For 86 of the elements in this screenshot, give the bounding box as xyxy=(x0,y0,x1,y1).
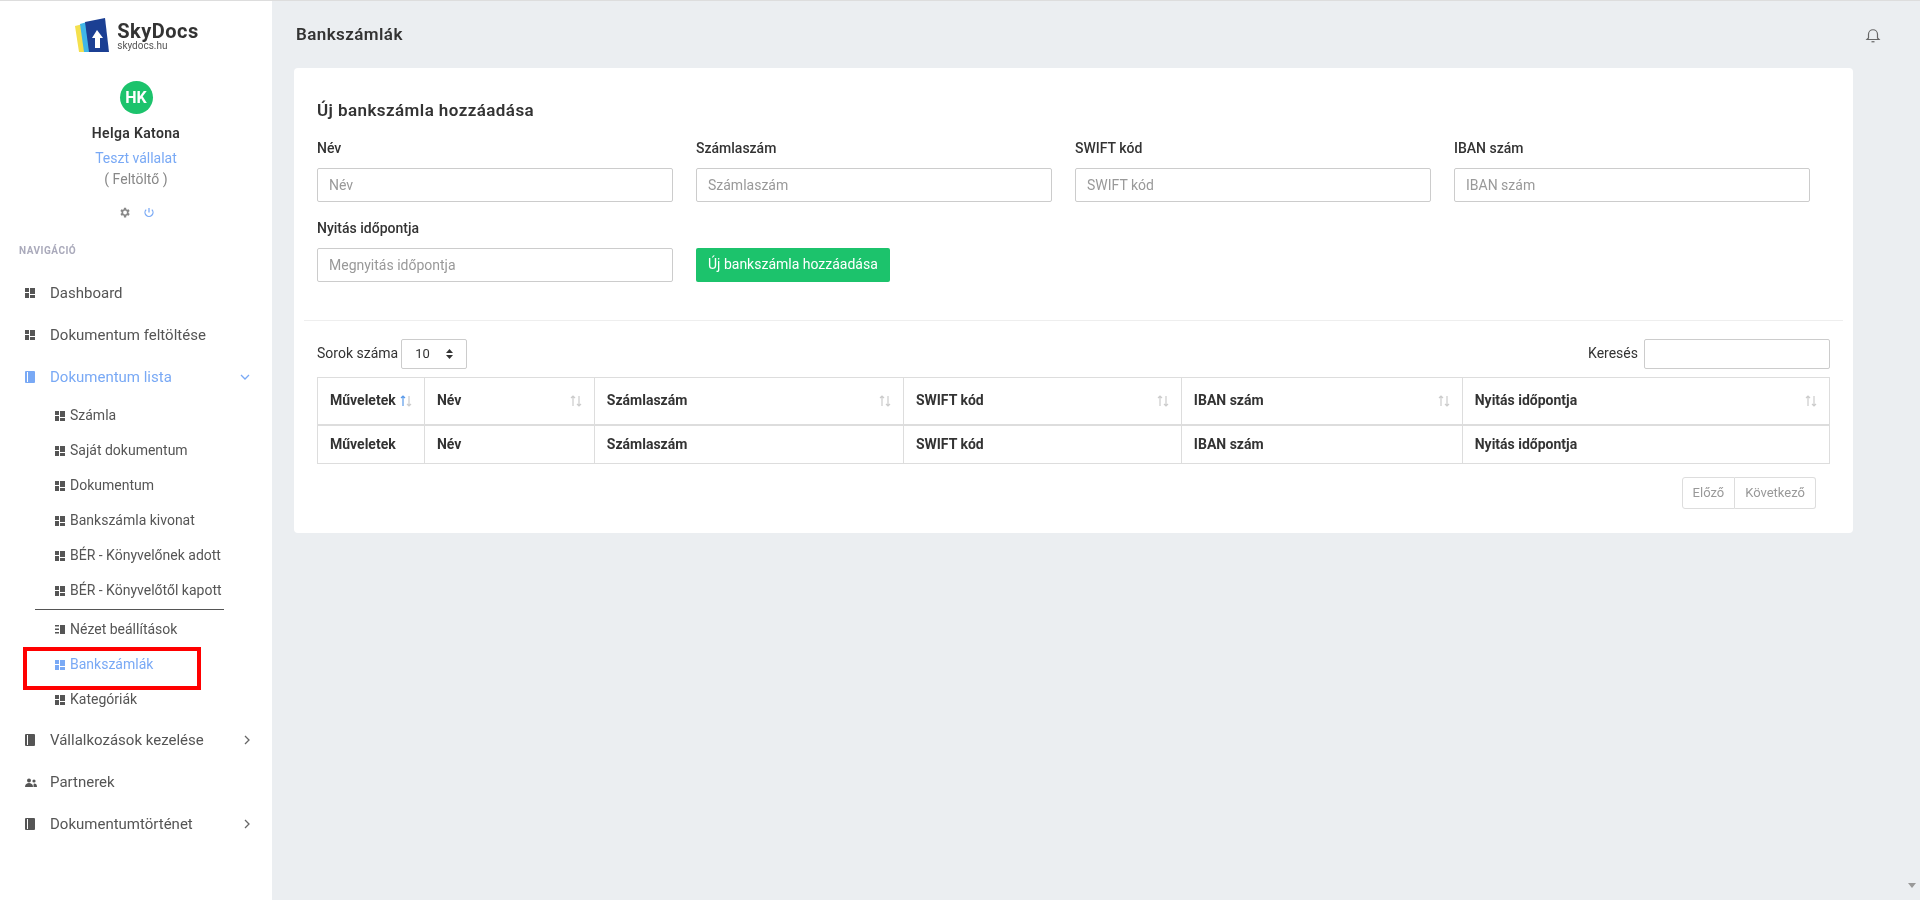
scroll-arrow-icon[interactable] xyxy=(1907,883,1916,888)
subnav-item[interactable]: BÉR - Könyvelőtől kapott xyxy=(35,573,272,608)
sort-icon xyxy=(399,394,412,407)
grid-icon xyxy=(55,659,65,670)
column-header[interactable]: SWIFT kód xyxy=(903,377,1182,425)
column-header[interactable]: IBAN szám xyxy=(1181,377,1463,425)
field-label: Nyitás időpontja xyxy=(317,218,420,238)
search-label: Keresés xyxy=(1588,344,1638,363)
field-label: Név xyxy=(317,138,343,158)
table-footer-cell: Nyitás időpontja xyxy=(1462,425,1830,463)
grid-icon xyxy=(25,288,35,298)
user-name: Helga Katona xyxy=(91,124,181,143)
sort-icon xyxy=(1805,394,1817,407)
nav-item[interactable]: Dokumentum feltöltése xyxy=(0,314,272,356)
brand-domain: skydocs.hu xyxy=(117,41,168,51)
grid-icon xyxy=(55,515,65,526)
sort-caret-icon xyxy=(446,348,454,359)
grid-icon xyxy=(55,410,65,421)
grid-icon xyxy=(25,330,35,340)
grid-icon xyxy=(55,480,65,491)
nav-label: Dokumentum lista xyxy=(50,366,173,388)
subnav-label: Saját dokumentum xyxy=(70,441,188,460)
table-footer-cell: SWIFT kód xyxy=(903,425,1182,463)
nav-item[interactable]: Vállalkozások kezelése xyxy=(0,719,272,761)
subnav-item[interactable]: Nézet beállítások xyxy=(35,612,272,647)
table-footer-cell: Név xyxy=(424,425,595,463)
nav-item[interactable]: Partnerek xyxy=(0,761,272,803)
brand-name: SkyDocs xyxy=(117,21,199,41)
subnav-label: Kategóriák xyxy=(70,690,138,709)
sort-icon xyxy=(878,394,891,407)
table-footer-cell: Műveletek xyxy=(317,425,425,463)
input-field[interactable]: IBAN szám xyxy=(1454,167,1810,202)
sort-icon xyxy=(1437,394,1450,407)
subnav-label: Nézet beállítások xyxy=(70,620,178,639)
card-title: Új bankszámla hozzáadása xyxy=(317,99,536,122)
user-role: ( Feltöltő ) xyxy=(104,170,168,190)
nav-label: Dokumentum feltöltése xyxy=(50,324,207,346)
subnav-label: Bankszámla kivonat xyxy=(70,511,195,530)
subnav-label: BÉR - Könyvelőtől kapott xyxy=(70,580,222,600)
people-icon xyxy=(25,777,37,787)
grid-icon xyxy=(55,585,65,596)
subnav-item[interactable]: Dokumentum xyxy=(35,468,272,503)
nav-label: Dokumentumtörténet xyxy=(50,813,194,835)
grid-icon xyxy=(55,445,65,456)
subnav-item[interactable]: Saját dokumentum xyxy=(35,433,272,468)
column-header[interactable]: Nyitás időpontja xyxy=(1462,377,1830,425)
subnav-item[interactable]: Számla xyxy=(35,398,272,433)
book-icon xyxy=(25,371,35,383)
subnav-item[interactable]: Kategóriák xyxy=(35,682,272,717)
page-title: Bankszámlák xyxy=(296,22,403,46)
rows-label: Sorok száma xyxy=(317,344,399,363)
rows-select[interactable]: 10 xyxy=(401,338,468,369)
column-header[interactable]: Műveletek xyxy=(317,377,425,425)
nav-item[interactable]: Dashboard xyxy=(0,272,272,314)
input-field[interactable]: SWIFT kód xyxy=(1075,167,1431,202)
subnav-label: Dokumentum xyxy=(70,476,154,495)
avatar: HK xyxy=(119,81,153,114)
subnav-item[interactable]: BÉR - Könyvelőnek adott xyxy=(35,538,272,573)
input-field[interactable]: Számlaszám xyxy=(696,167,1052,202)
sort-icon xyxy=(1156,394,1169,407)
subnav-item[interactable]: Bankszámla kivonat xyxy=(35,503,272,538)
column-header[interactable]: Név xyxy=(424,377,595,425)
table-footer-cell: Számlaszám xyxy=(594,425,904,463)
nav-label: Partnerek xyxy=(50,771,116,793)
subnav-label: BÉR - Könyvelőnek adott xyxy=(70,545,221,565)
grid-icon xyxy=(55,550,65,561)
search-field[interactable] xyxy=(1644,338,1830,369)
subnav-label: Számla xyxy=(70,406,117,425)
field-label: Számlaszám xyxy=(696,138,778,158)
field-label: SWIFT kód xyxy=(1075,138,1144,158)
table-footer-cell: IBAN szám xyxy=(1181,425,1463,463)
column-header[interactable]: Számlaszám xyxy=(594,377,904,425)
nav-item[interactable]: Dokumentumtörténet xyxy=(0,803,272,845)
input-field[interactable]: Név xyxy=(317,167,673,202)
sort-icon xyxy=(569,394,582,407)
book-icon xyxy=(25,818,35,830)
nav-label: Dashboard xyxy=(50,282,124,304)
subnav-label: Bankszámlák xyxy=(70,655,154,674)
book-icon xyxy=(25,734,35,746)
grid-icon xyxy=(55,694,65,705)
nav-heading: NAVIGÁCIÓ xyxy=(19,243,78,258)
power-icon[interactable] xyxy=(142,206,155,219)
field-label: IBAN szám xyxy=(1454,138,1525,158)
nav-label: Vállalkozások kezelése xyxy=(50,729,205,751)
input-field[interactable]: Megnyitás időpontja xyxy=(317,247,673,282)
list-icon xyxy=(55,625,65,634)
